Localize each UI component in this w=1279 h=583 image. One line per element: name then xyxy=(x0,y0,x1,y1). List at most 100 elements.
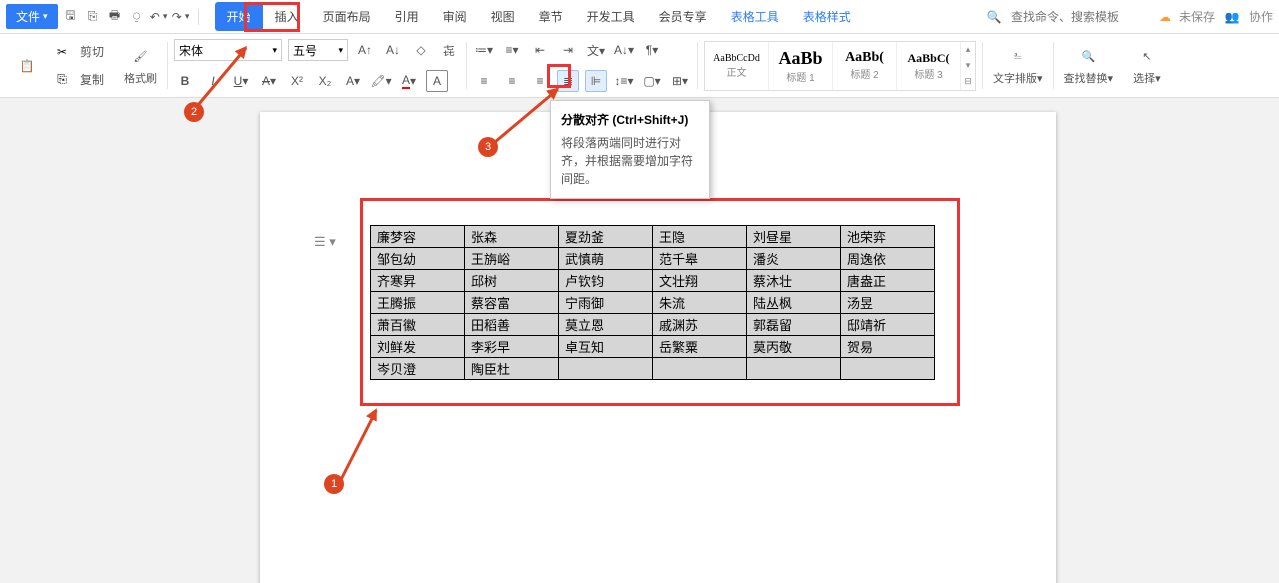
table-row[interactable]: 萧百徽田稻善莫立恩戚渊苏郭磊留邸靖祈 xyxy=(371,314,935,336)
align-center-button[interactable]: ≡ xyxy=(501,70,523,92)
format-painter-button[interactable]: 🖌 格式刷 xyxy=(120,44,161,88)
table-cell[interactable]: 王隐 xyxy=(653,226,747,248)
save-icon[interactable]: 🖫 xyxy=(62,8,80,26)
underline-button[interactable]: U▾ xyxy=(230,70,252,92)
table-cell[interactable]: 邱树 xyxy=(465,270,559,292)
strike-button[interactable]: A▾ xyxy=(258,70,280,92)
number-list-icon[interactable]: ≡▾ xyxy=(501,39,523,61)
asian-layout-icon[interactable]: 文▾ xyxy=(585,39,607,61)
table-cell[interactable]: 蔡沐壮 xyxy=(747,270,841,292)
bullet-list-icon[interactable]: ≔▾ xyxy=(473,39,495,61)
redo-icon[interactable]: ↷▾ xyxy=(172,8,190,26)
table-cell[interactable]: 莫立恩 xyxy=(559,314,653,336)
style-normal[interactable]: AaBbCcDd正文 xyxy=(705,42,769,90)
table-cell[interactable]: 邹包幼 xyxy=(371,248,465,270)
tab-home[interactable]: 开始 xyxy=(215,2,263,31)
clear-format-icon[interactable]: ◇ xyxy=(410,39,432,61)
command-search-input[interactable] xyxy=(1011,10,1151,24)
table-cell[interactable]: 邸靖祈 xyxy=(841,314,935,336)
style-h3[interactable]: AaBbC(标题 3 xyxy=(897,42,961,90)
copy-button[interactable]: 复制 xyxy=(76,69,108,90)
tab-review[interactable]: 审阅 xyxy=(431,2,479,31)
table-cell[interactable]: 池荣弈 xyxy=(841,226,935,248)
table-cell[interactable]: 田稻善 xyxy=(465,314,559,336)
shading-button[interactable]: ▢▾ xyxy=(641,70,663,92)
style-h2[interactable]: AaBb(标题 2 xyxy=(833,42,897,90)
table-cell[interactable]: 卓互知 xyxy=(559,336,653,358)
table-cell[interactable] xyxy=(559,358,653,380)
table-cell[interactable]: 齐寒昇 xyxy=(371,270,465,292)
tab-references[interactable]: 引用 xyxy=(383,2,431,31)
align-left-button[interactable]: ≡ xyxy=(473,70,495,92)
table-cell[interactable]: 刘鲜发 xyxy=(371,336,465,358)
table-row[interactable]: 廉梦容张森夏劲釜王隐刘昼星池荣弈 xyxy=(371,226,935,248)
undo-icon[interactable]: ↶▾ xyxy=(150,8,168,26)
table-cell[interactable]: 卢钦钧 xyxy=(559,270,653,292)
table-cell[interactable]: 武慎萌 xyxy=(559,248,653,270)
table-cell[interactable] xyxy=(747,358,841,380)
tab-dev[interactable]: 开发工具 xyxy=(575,2,647,31)
tab-table-tools[interactable]: 表格工具 xyxy=(719,2,791,31)
table-cell[interactable]: 夏劲釜 xyxy=(559,226,653,248)
tab-section[interactable]: 章节 xyxy=(527,2,575,31)
table-cell[interactable]: 岑贝澄 xyxy=(371,358,465,380)
style-h1[interactable]: AaBb标题 1 xyxy=(769,42,833,90)
table-cell[interactable]: 蔡容富 xyxy=(465,292,559,314)
table-cell[interactable]: 莫丙敬 xyxy=(747,336,841,358)
font-size-select[interactable]: 五号▾ xyxy=(288,39,348,61)
table-row[interactable]: 刘鲜发李彩早卓互知岳繁粟莫丙敬贺易 xyxy=(371,336,935,358)
table-cell[interactable]: 王腾振 xyxy=(371,292,465,314)
tab-view[interactable]: 视图 xyxy=(479,2,527,31)
table-cell[interactable]: 陶臣杜 xyxy=(465,358,559,380)
table-cell[interactable]: 戚渊苏 xyxy=(653,314,747,336)
tab-vip[interactable]: 会员专享 xyxy=(647,2,719,31)
table-row[interactable]: 邹包幼王旃峪武慎萌范千皋潘炎周逸依 xyxy=(371,248,935,270)
preview-icon[interactable]: ⍜ xyxy=(128,8,146,26)
show-marks-icon[interactable]: ¶▾ xyxy=(641,39,663,61)
tab-insert[interactable]: 插入 xyxy=(263,2,311,31)
subscript-button[interactable]: X₂ xyxy=(314,70,336,92)
table-cell[interactable] xyxy=(841,358,935,380)
select-button[interactable]: ↖ 选择▾ xyxy=(1129,44,1165,88)
table-cell[interactable]: 汤昱 xyxy=(841,292,935,314)
tab-pagelayout[interactable]: 页面布局 xyxy=(311,2,383,31)
table-cell[interactable]: 陆丛枫 xyxy=(747,292,841,314)
bold-button[interactable]: B xyxy=(174,70,196,92)
table-cell[interactable]: 刘昼星 xyxy=(747,226,841,248)
line-spacing-button[interactable]: ↕≡▾ xyxy=(613,70,635,92)
file-menu[interactable]: 文件▾ xyxy=(6,4,58,29)
table-cell[interactable]: 王旃峪 xyxy=(465,248,559,270)
grow-font-icon[interactable]: A↑ xyxy=(354,39,376,61)
names-table[interactable]: 廉梦容张森夏劲釜王隐刘昼星池荣弈邹包幼王旃峪武慎萌范千皋潘炎周逸依齐寒昇邱树卢钦… xyxy=(370,225,935,380)
table-cell[interactable]: 岳繁粟 xyxy=(653,336,747,358)
saveas-icon[interactable]: ⎘ xyxy=(84,8,102,26)
table-cell[interactable]: 朱流 xyxy=(653,292,747,314)
collab-icon[interactable]: 👥 xyxy=(1223,8,1241,26)
text-layout-button[interactable]: ⎁ 文字排版▾ xyxy=(989,44,1047,88)
table-cell[interactable]: 范千皋 xyxy=(653,248,747,270)
styles-gallery[interactable]: AaBbCcDd正文 AaBb标题 1 AaBb(标题 2 AaBbC(标题 3… xyxy=(704,41,976,91)
styles-up-icon[interactable]: ▴ xyxy=(966,44,971,55)
align-distribute-button[interactable]: ⊫ xyxy=(585,70,607,92)
text-effect-button[interactable]: A▾ xyxy=(342,70,364,92)
paste-button[interactable]: 📋 xyxy=(12,53,42,79)
styles-more-icon[interactable]: ⊟ xyxy=(964,76,972,87)
char-border-button[interactable]: A xyxy=(426,70,448,92)
sort-icon[interactable]: A↓▾ xyxy=(613,39,635,61)
table-cell[interactable]: 萧百徽 xyxy=(371,314,465,336)
superscript-button[interactable]: X² xyxy=(286,70,308,92)
table-cell[interactable]: 郭磊留 xyxy=(747,314,841,336)
table-cell[interactable]: 文壮翔 xyxy=(653,270,747,292)
tab-table-styles[interactable]: 表格样式 xyxy=(791,2,863,31)
font-color-button[interactable]: A▾ xyxy=(398,70,420,92)
table-cell[interactable]: 唐盎正 xyxy=(841,270,935,292)
find-replace-button[interactable]: 🔍 查找替换▾ xyxy=(1060,44,1118,88)
table-cell[interactable]: 张森 xyxy=(465,226,559,248)
shrink-font-icon[interactable]: A↓ xyxy=(382,39,404,61)
font-name-select[interactable]: 宋体▾ xyxy=(174,39,282,61)
table-cell[interactable]: 周逸依 xyxy=(841,248,935,270)
table-cell[interactable] xyxy=(653,358,747,380)
cut-button[interactable]: 剪切 xyxy=(76,41,108,62)
table-cell[interactable]: 潘炎 xyxy=(747,248,841,270)
table-cell[interactable]: 宁雨御 xyxy=(559,292,653,314)
